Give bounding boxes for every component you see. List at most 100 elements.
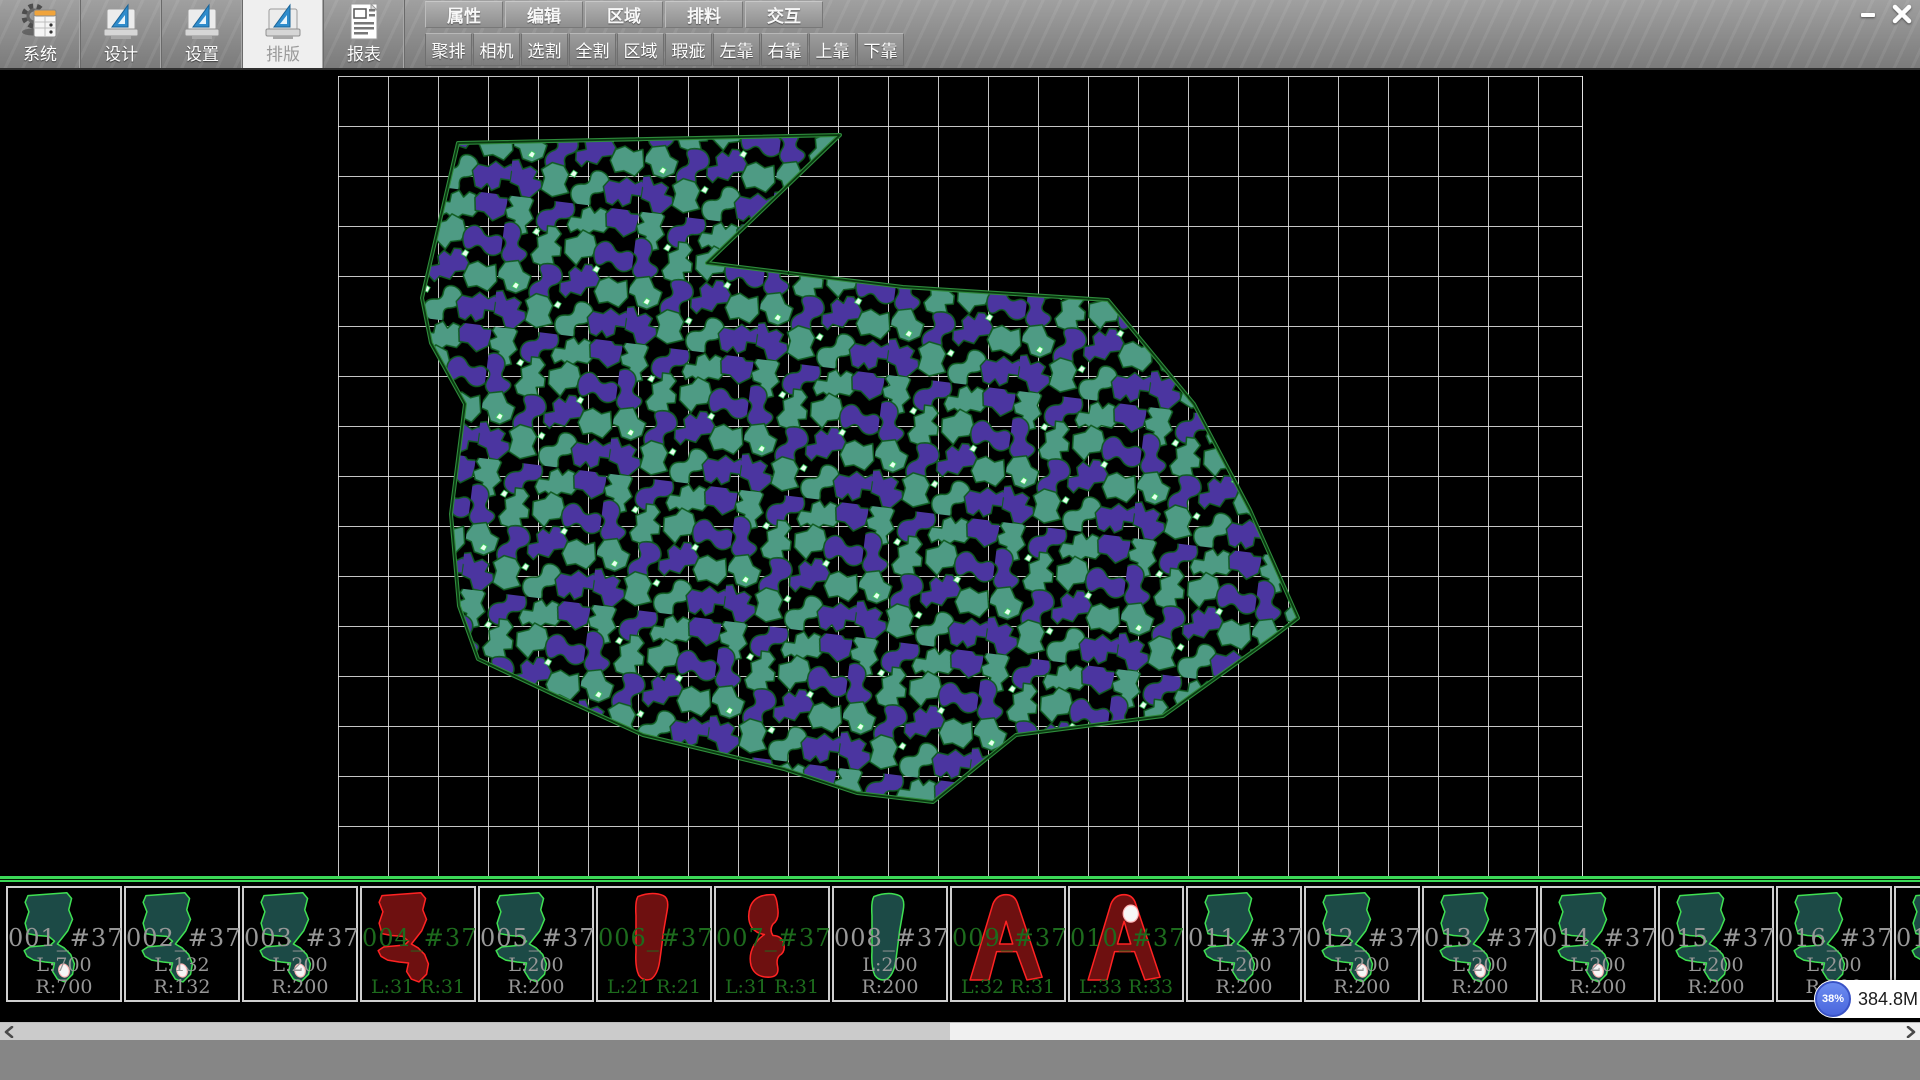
toolbtn-3[interactable]: 选割	[521, 33, 568, 66]
tab-5[interactable]: 交互	[745, 1, 823, 28]
minimize-icon	[1859, 6, 1877, 22]
horizontal-scrollbar[interactable]	[0, 1022, 1920, 1040]
tab-2[interactable]: 编辑	[505, 1, 583, 28]
main-button-label: 报表	[347, 45, 381, 65]
tool-buttons-row: 聚排相机选割全割区域瑕疵左靠右靠上靠下靠	[425, 30, 905, 73]
main-button-5[interactable]: 报表	[324, 0, 405, 68]
part-counts-label: L:32 R:31	[952, 976, 1064, 998]
main-button-1[interactable]: 系统	[0, 0, 81, 68]
toolbtn-9[interactable]: 上靠	[809, 33, 856, 66]
part-cell-8[interactable]: 008_#37L:200 R:200	[832, 886, 948, 1002]
part-id-label: 003_#37	[244, 924, 356, 952]
memory-percent-badge: 38%	[1815, 981, 1851, 1017]
chevron-right-icon	[1906, 1026, 1916, 1038]
ribbon-tabs: 属性编辑区域排料交互	[425, 0, 905, 30]
part-id-label: 011_#37	[1188, 924, 1300, 952]
part-cell-12[interactable]: 012_#37L:200 R:200	[1304, 886, 1420, 1002]
scrollbar-thumb[interactable]	[0, 1023, 950, 1041]
strip-divider-line	[0, 876, 1920, 882]
toolbtn-5[interactable]: 区域	[617, 33, 664, 66]
part-counts-label: L:132 R:132	[126, 954, 238, 998]
part-cell-3[interactable]: 003_#37L:200 R:200	[242, 886, 358, 1002]
menu-area: 属性编辑区域排料交互 聚排相机选割全割区域瑕疵左靠右靠上靠下靠	[425, 0, 905, 73]
parts-strip: 001_#37L:700 R:700002_#37L:132 R:132003_…	[0, 876, 1920, 1010]
tab-3[interactable]: 区域	[585, 1, 663, 28]
toolbtn-6[interactable]: 瑕疵	[665, 33, 712, 66]
part-id-label: 007_#37	[716, 924, 828, 952]
part-id-label: 014_#37	[1542, 924, 1654, 952]
part-cell-9[interactable]: 009_#37 L:32 R:31	[950, 886, 1066, 1002]
part-cell-1[interactable]: 001_#37L:700 R:700	[6, 886, 122, 1002]
part-id-label: 016_#37	[1778, 924, 1890, 952]
main-button-2[interactable]: 设计	[81, 0, 162, 68]
memory-used-label: 384.8M	[1858, 989, 1918, 1010]
part-counts-label: L:200 R:200	[244, 954, 356, 998]
part-counts-label: L:200 R:200	[1542, 954, 1654, 998]
main-toolbar: 系统 设计 设置 排版 报表	[0, 0, 405, 68]
part-cell-10[interactable]: 010_#37 L:33 R:33	[1068, 886, 1184, 1002]
toolbtn-10[interactable]: 下靠	[857, 33, 904, 66]
settings-ruler-icon	[180, 1, 224, 45]
part-cell-6[interactable]: 006_#37 L:21 R:21	[596, 886, 712, 1002]
part-id-label: 017_#37	[1896, 924, 1920, 952]
part-counts-label: L:200 R:200	[1424, 954, 1536, 998]
main-button-label: 排版	[266, 45, 300, 65]
main-button-label: 设计	[104, 45, 138, 65]
toolbtn-1[interactable]: 聚排	[425, 33, 472, 66]
part-id-label: 010_#37	[1070, 924, 1182, 952]
part-counts-label: L:33 R:33	[1070, 976, 1182, 998]
main-button-label: 设置	[185, 45, 219, 65]
part-cell-14[interactable]: 014_#37L:200 R:200	[1540, 886, 1656, 1002]
toolbtn-2[interactable]: 相机	[473, 33, 520, 66]
close-icon	[1891, 4, 1913, 24]
memory-status-widget: 38% 384.8M	[1814, 980, 1920, 1018]
leather-hide[interactable]	[422, 135, 1298, 802]
minimize-button[interactable]	[1854, 2, 1882, 26]
part-counts-label: L:31 R:31	[716, 976, 828, 998]
part-counts-label: L:200 R:200	[1660, 954, 1772, 998]
part-cell-5[interactable]: 005_#37L:200 R:200	[478, 886, 594, 1002]
toolbtn-8[interactable]: 右靠	[761, 33, 808, 66]
tab-4[interactable]: 排料	[665, 1, 743, 28]
main-button-4[interactable]: 排版	[243, 0, 324, 68]
nesting-canvas[interactable]	[0, 70, 1920, 876]
parts-list: 001_#37L:700 R:700002_#37L:132 R:132003_…	[6, 886, 1920, 1002]
part-counts-label: L:200 R:200	[1188, 954, 1300, 998]
hide-layout-svg	[0, 70, 1920, 876]
part-id-label: 009_#37	[952, 924, 1064, 952]
scroll-left-button[interactable]	[0, 1023, 18, 1041]
bottom-bar	[0, 1040, 1920, 1080]
part-counts-label: L:200 R:200	[1306, 954, 1418, 998]
part-counts-label: L:200 R:200	[834, 954, 946, 998]
part-cell-2[interactable]: 002_#37L:132 R:132	[124, 886, 240, 1002]
part-id-label: 006_#37	[598, 924, 710, 952]
toolbtn-4[interactable]: 全割	[569, 33, 616, 66]
part-cell-11[interactable]: 011_#37L:200 R:200	[1186, 886, 1302, 1002]
part-counts-label: L:31 R:31	[362, 976, 474, 998]
main-button-label: 系统	[23, 45, 57, 65]
part-cell-4[interactable]: 004_#37 L:31 R:31	[360, 886, 476, 1002]
part-cell-13[interactable]: 013_#37L:200 R:200	[1422, 886, 1538, 1002]
part-cell-7[interactable]: 007_#37 L:31 R:31	[714, 886, 830, 1002]
close-button[interactable]	[1888, 2, 1916, 26]
part-counts-label: L:700 R:700	[8, 954, 120, 998]
system-gear-icon	[18, 1, 62, 45]
main-button-3[interactable]: 设置	[162, 0, 243, 68]
scroll-right-button[interactable]	[1902, 1023, 1920, 1041]
part-id-label: 013_#37	[1424, 924, 1536, 952]
part-id-label: 012_#37	[1306, 924, 1418, 952]
chevron-left-icon	[4, 1026, 14, 1038]
report-document-icon	[342, 1, 386, 45]
part-id-label: 001_#37	[8, 924, 120, 952]
part-cell-15[interactable]: 015_#37L:200 R:200	[1658, 886, 1774, 1002]
toolbtn-7[interactable]: 左靠	[713, 33, 760, 66]
titlebar: 系统设计设置排版报表 属性编辑区域排料交互 聚排相机选割全割区域瑕疵左靠右靠上靠…	[0, 0, 1920, 70]
part-counts-label: L:21 R:21	[598, 976, 710, 998]
part-id-label: 004_#37	[362, 924, 474, 952]
design-ruler-icon	[99, 1, 143, 45]
application-window: { "window": { "controls": [ {"name": "mi…	[0, 0, 1920, 1080]
part-counts-label: L:200 R:200	[480, 954, 592, 998]
tab-1[interactable]: 属性	[425, 1, 503, 28]
nesting-ruler-icon	[261, 1, 305, 45]
part-id-label: 005_#37	[480, 924, 592, 952]
